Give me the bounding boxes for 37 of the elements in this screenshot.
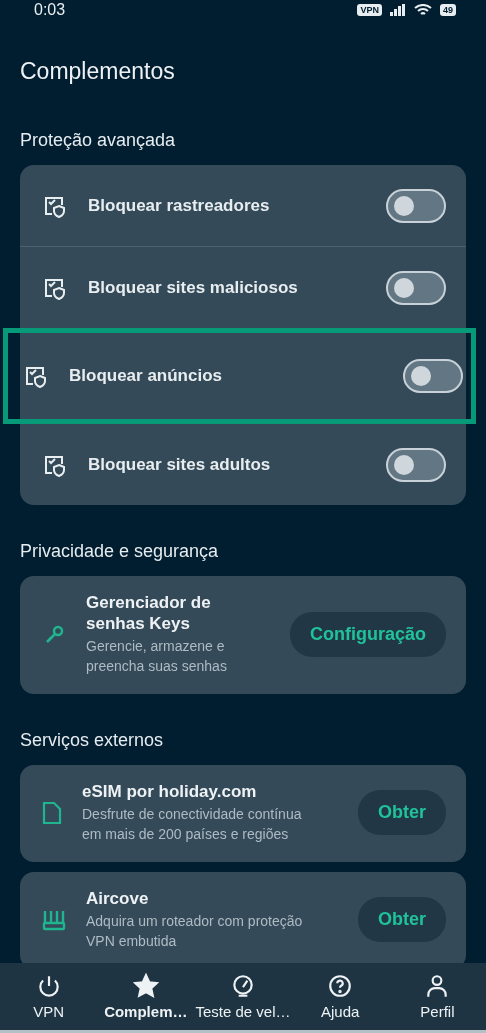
service-title: eSIM por holiday.com (82, 781, 258, 802)
section-heading: Serviços externos (20, 730, 165, 751)
section-heading: Proteção avançada (20, 130, 177, 151)
shield-check-icon (23, 364, 47, 388)
help-icon (327, 973, 354, 999)
nav-tab[interactable]: Complem… (97, 963, 195, 1030)
toggle-switch[interactable] (403, 359, 463, 393)
nav-tab[interactable]: Perfil (388, 963, 486, 1030)
setting-label: Bloquear rastreadores (88, 195, 271, 216)
router-icon (42, 908, 66, 931)
section-heading: Privacidade e segurança (20, 541, 220, 562)
battery-level: 49 (440, 4, 456, 16)
gauge-icon (230, 973, 256, 999)
wifi-icon (414, 4, 432, 16)
vpn-badge: VPN (357, 4, 382, 16)
action-button[interactable]: Obter (358, 897, 446, 942)
service-title: Aircove (86, 888, 150, 909)
service-description: Adquira um roteador com proteção VPN embutida (86, 912, 304, 951)
setting-label: Bloquear anúncios (69, 366, 224, 386)
status-time: 0:03 (34, 1, 66, 19)
setting-label: Bloquear sites maliciosos (88, 277, 299, 298)
page-title: Complementos (20, 58, 176, 86)
setting-label: Bloquear sites adultos (88, 454, 272, 475)
service-description: Gerencie, armazene e preencha suas senhas (86, 637, 228, 676)
service-title: Gerenciador de senhas Keys (86, 592, 212, 634)
toggle-switch[interactable] (386, 447, 446, 482)
service-description: Desfrute de conectividade contínua em mais de 200 países e regiões (82, 805, 302, 844)
star-icon (132, 973, 159, 999)
action-button[interactable]: Configuração (290, 611, 446, 657)
toggle-switch[interactable] (386, 270, 446, 305)
nav-tab[interactable]: Teste de vel… (194, 963, 292, 1030)
toggle-switch[interactable] (386, 188, 446, 223)
nav-tab[interactable]: VPN (0, 963, 98, 1030)
sim-card-icon (42, 800, 62, 825)
action-button[interactable]: Obter (358, 790, 446, 835)
nav-tab[interactable]: Ajuda (291, 963, 389, 1030)
signal-icon (390, 4, 406, 16)
